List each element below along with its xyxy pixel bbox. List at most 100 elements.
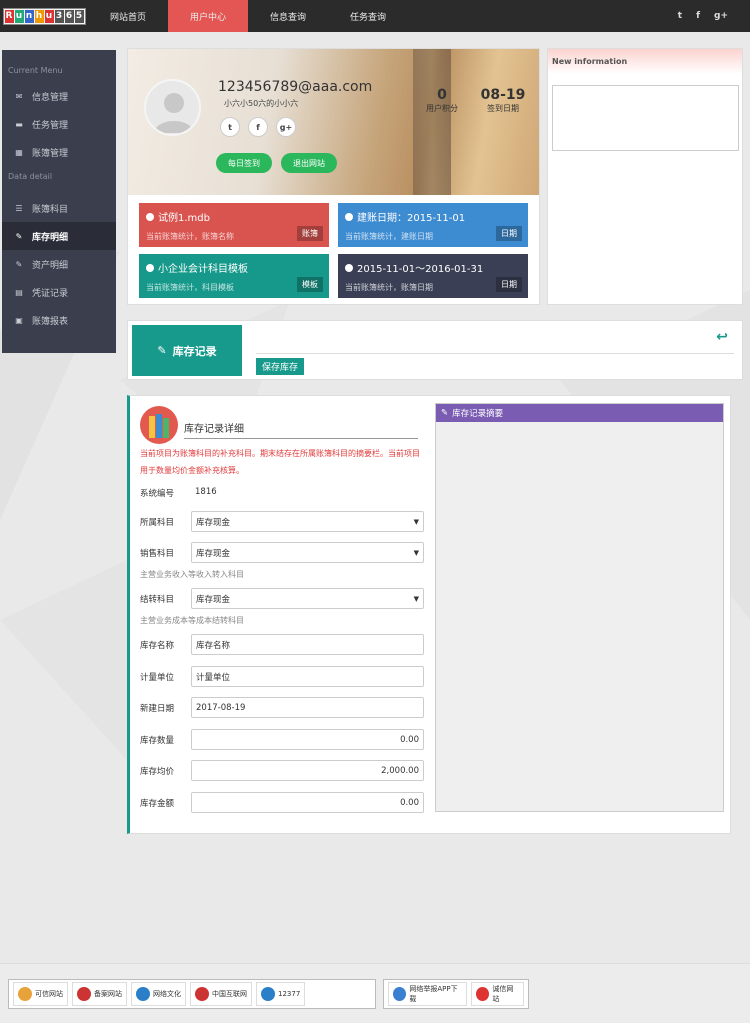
nav-task-query[interactable]: 任务查询 (328, 0, 408, 32)
sidebar-item-ledger-subjects[interactable]: ☰ 账簿科目 (2, 194, 116, 222)
carry-subject-select[interactable]: 库存现金 ▼ (191, 588, 424, 609)
quantity-input[interactable]: 0.00 (191, 729, 424, 750)
logo-letter: 6 (64, 9, 74, 23)
chevron-down-icon: ▼ (413, 548, 419, 557)
twitter-icon[interactable]: t (678, 11, 682, 21)
profile-panel: 123456789@aaa.com 小六小50六的小小六 t f g+ 每日签到… (127, 48, 540, 305)
sidebar-item-ledger-mgmt[interactable]: ▦ 账簿管理 (2, 138, 116, 166)
stat-checkin-date: 08-19 签到日期 (478, 87, 528, 114)
badge-label: 网络文化 (153, 990, 181, 998)
record-summary-header: ✎ 库存记录摘要 (436, 404, 723, 422)
badge-label: 网络举报APP下载 (409, 985, 458, 1003)
twitter-icon[interactable]: t (220, 117, 240, 137)
subject-select[interactable]: 库存现金 ▼ (191, 511, 424, 532)
sidebar-item-label: 凭证记录 (32, 288, 69, 299)
sales-subject-select[interactable]: 库存现金 ▼ (191, 542, 424, 563)
badge-icon (476, 987, 490, 1001)
sidebar-item-label: 资产明细 (32, 260, 69, 271)
stat-label: 签到日期 (487, 104, 519, 113)
footer-badge-12377[interactable]: 12377 (256, 982, 306, 1006)
top-navbar: Runhu365 网站首页 用户中心 信息查询 任务查询 t f g+ (0, 0, 750, 32)
hero-background-tree (413, 49, 451, 195)
inventory-name-input[interactable]: 库存名称 (191, 634, 424, 655)
tile-title: 试例1.mdb (158, 213, 210, 224)
site-logo[interactable]: Runhu365 (0, 0, 88, 32)
sidebar-item-ledger-reports[interactable]: ▣ 账簿报表 (2, 306, 116, 334)
google-plus-icon[interactable]: g+ (276, 117, 296, 137)
footer-badge-china-internet[interactable]: 中国互联网 (190, 982, 252, 1006)
footer-badge-group-1: 可信网站 备案网站 网络文化 中国互联网 12377 (8, 979, 376, 1009)
user-subname: 小六小50六的小小六 (224, 99, 299, 108)
nav-user-center[interactable]: 用户中心 (168, 0, 248, 32)
footer-badge-record-site[interactable]: 备案网站 (72, 982, 127, 1006)
sidebar-section-current-menu: Current Menu (8, 66, 63, 75)
footer-badge-net-culture[interactable]: 网络文化 (131, 982, 186, 1006)
daily-checkin-button[interactable]: 每日签到 (216, 153, 272, 173)
avg-price-input[interactable]: 2,000.00 (191, 760, 424, 781)
unit-input[interactable]: 计量单位 (191, 666, 424, 687)
sidebar-item-label: 任务管理 (32, 120, 69, 131)
create-date-input[interactable]: 2017-08-19 (191, 697, 424, 718)
nav-home[interactable]: 网站首页 (88, 0, 168, 32)
record-summary-title: 库存记录摘要 (452, 409, 504, 419)
footer-badge-trusted-site[interactable]: 可信网站 (13, 982, 68, 1006)
tile-title: 2015-11-01～2016-01-31 (357, 264, 484, 275)
badge-icon (77, 987, 91, 1001)
sidebar-item-voucher-records[interactable]: ▤ 凭证记录 (2, 278, 116, 306)
stat-value: 08-19 (480, 87, 526, 103)
back-arrow-icon[interactable]: ↩ (716, 329, 728, 345)
sidebar-item-asset-detail[interactable]: ✎ 资产明细 (2, 250, 116, 278)
form-note: 当前项目为账簿科目的补充科目。期末结存在所属账簿科目的摘要栏。当前项目用于数量均… (140, 449, 420, 475)
save-inventory-button[interactable]: 保存库存 (256, 358, 305, 375)
circle-icon (345, 263, 353, 272)
nav-info-query[interactable]: 信息查询 (248, 0, 328, 32)
facebook-icon[interactable]: f (248, 117, 268, 137)
sidebar: Current Menu ✉ 信息管理 ▬ 任务管理 ▦ 账簿管理 Data d… (2, 50, 116, 353)
new-information-panel: New information (547, 48, 743, 305)
badge-icon (195, 987, 209, 1001)
facebook-icon[interactable]: f (696, 11, 700, 21)
tile-subject-template[interactable]: 小企业会计科目模板 当前账簿统计，科目模板 模板 (139, 254, 329, 298)
sidebar-item-inventory-detail[interactable]: ✎ 库存明细 (2, 222, 116, 250)
google-plus-icon[interactable]: g+ (714, 11, 728, 21)
select-value: 库存现金 (196, 594, 231, 605)
edit-icon: ✎ (15, 231, 23, 241)
footer-badge-report-app[interactable]: 网络举报APP下载 (388, 982, 468, 1006)
inventory-form-panel: 库存记录详细 当前项目为账簿科目的补充科目。期末结存在所属账簿科目的摘要栏。当前… (127, 395, 731, 834)
pencil-icon: ✎ (441, 408, 449, 418)
stat-value: 0 (437, 87, 447, 103)
form-title: 库存记录详细 (184, 420, 418, 439)
circle-icon (146, 212, 154, 221)
logo-letter: u (44, 9, 54, 23)
tile-ledger-name[interactable]: 试例1.mdb 当前账簿统计，账簿名称 账簿 (139, 203, 329, 247)
tile-title: 建账日期：2015-11-01 (357, 213, 466, 224)
edit-icon: ✎ (157, 344, 167, 357)
record-summary-panel: ✎ 库存记录摘要 (435, 403, 724, 812)
unit-label: 计量单位 (140, 673, 175, 683)
tile-ledger-period[interactable]: 2015-11-01～2016-01-31 当前账簿统计，账簿日期 日期 (338, 254, 528, 298)
sidebar-item-task-mgmt[interactable]: ▬ 任务管理 (2, 110, 116, 138)
sidebar-item-label: 库存明细 (32, 232, 69, 243)
logo-letter: h (34, 9, 44, 23)
logout-button[interactable]: 退出网站 (281, 153, 337, 173)
sidebar-item-label: 账簿报表 (32, 316, 69, 327)
tile-badge: 账簿 (297, 226, 323, 241)
record-title-block: ✎ 库存记录 (132, 325, 242, 376)
new-information-title: New information (548, 49, 742, 74)
quantity-label: 库存数量 (140, 736, 175, 746)
sales-subject-label: 销售科目 (140, 549, 175, 559)
grid-icon: ▦ (15, 147, 23, 157)
circle-icon (146, 263, 154, 272)
create-date-label: 新建日期 (140, 704, 175, 714)
amount-input[interactable]: 0.00 (191, 792, 424, 813)
record-title: 库存记录 (172, 344, 217, 358)
footer: 可信网站 备案网站 网络文化 中国互联网 12377 网络举报APP下载 诚信网… (0, 963, 750, 1023)
tile-title: 小企业会计科目模板 (158, 264, 248, 275)
tile-ledger-date[interactable]: 建账日期：2015-11-01 当前账簿统计，建账日期 日期 (338, 203, 528, 247)
sidebar-item-info-mgmt[interactable]: ✉ 信息管理 (2, 82, 116, 110)
stat-points: 0 用户积分 (422, 87, 462, 114)
footer-badge-credit-site[interactable]: 诚信网站 (471, 982, 524, 1006)
carry-subject-label: 结转科目 (140, 595, 175, 605)
badge-label: 诚信网站 (492, 985, 514, 1003)
logo-letter: 3 (54, 9, 64, 23)
